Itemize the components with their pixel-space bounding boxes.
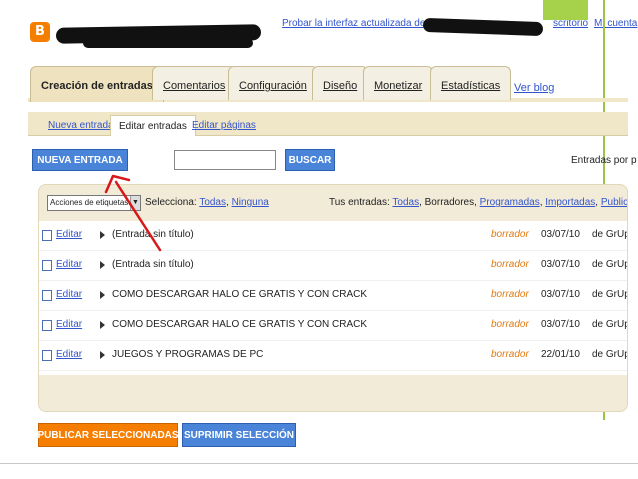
post-title: COMO DESCARGAR HALO CE GRATIS Y CON CRAC… <box>112 319 368 330</box>
tab-estadisticas[interactable]: Estadísticas <box>430 66 512 100</box>
new-post-button[interactable]: NUEVA ENTRADA <box>32 149 128 171</box>
expand-triangle-icon[interactable] <box>100 291 105 299</box>
post-author: de GrUpC <box>592 319 627 330</box>
expand-triangle-icon[interactable] <box>100 321 105 329</box>
post-title: (Entrada sin título) <box>112 259 194 270</box>
post-status: borrador <box>491 289 529 300</box>
publish-selected-button[interactable]: PUBLICAR SELECCIONADAS <box>37 423 179 447</box>
tab-configuracion[interactable]: Configuración <box>228 66 318 100</box>
filter-published-link[interactable]: Publicadas <box>601 197 627 208</box>
view-blog-link[interactable]: Ver blog <box>514 82 554 94</box>
sub-tab-bar: Nueva entrada Editar entradas Editar pág… <box>28 112 628 136</box>
row-checkbox[interactable] <box>42 350 52 361</box>
redacted-email <box>422 17 544 37</box>
green-decor-box <box>543 0 588 20</box>
post-status: borrador <box>491 319 529 330</box>
filter-drafts-label[interactable]: Borradores <box>425 197 474 208</box>
table-row: Editar COMO DESCARGAR HALO CE GRATIS Y C… <box>39 311 627 341</box>
redacted-blog-name-extra <box>83 38 253 48</box>
red-arrow-annotation-icon <box>104 174 162 252</box>
your-posts-filter: Tus entradas: Todas, Borradores, Program… <box>329 197 627 208</box>
post-title: JUEGOS Y PROGRAMAS DE PC <box>112 349 264 360</box>
post-author: de GrUpC <box>592 289 627 300</box>
filter-scheduled-link[interactable]: Programadas <box>480 197 540 208</box>
edit-post-link[interactable]: Editar <box>56 349 82 360</box>
edit-post-link[interactable]: Editar <box>56 259 82 270</box>
select-all-link[interactable]: Todas <box>199 197 226 208</box>
table-row: Editar COMO DESCARGAR HALO CE GRATIS Y C… <box>39 281 627 311</box>
edit-post-link[interactable]: Editar <box>56 319 82 330</box>
edit-post-link[interactable]: Editar <box>56 289 82 300</box>
subtab-editar-paginas[interactable]: Editar páginas <box>184 115 264 136</box>
row-checkbox[interactable] <box>42 320 52 331</box>
post-title: COMO DESCARGAR HALO CE GRATIS Y CON CRAC… <box>112 289 368 300</box>
post-date: 03/07/10 <box>541 259 580 270</box>
tab-monetizar[interactable]: Monetizar <box>363 66 434 100</box>
tab-comentarios[interactable]: Comentarios <box>152 66 237 100</box>
post-author: de GrUpC <box>592 259 627 270</box>
post-status: borrador <box>491 349 529 360</box>
your-posts-prefix: Tus entradas: <box>329 197 390 208</box>
row-checkbox[interactable] <box>42 260 52 271</box>
expand-triangle-icon[interactable] <box>100 261 105 269</box>
table-row: Editar JUEGOS Y PROGRAMAS DE PC borrador… <box>39 341 627 371</box>
main-tab-bar: Creación de entradas Comentarios Configu… <box>28 66 628 102</box>
entries-per-page-label: Entradas por p <box>571 155 637 166</box>
delete-selected-button[interactable]: SUPRIMIR SELECCIÓN <box>182 423 296 447</box>
post-date: 03/07/10 <box>541 289 580 300</box>
post-date: 03/07/10 <box>541 319 580 330</box>
row-checkbox[interactable] <box>42 290 52 301</box>
row-checkbox[interactable] <box>42 230 52 241</box>
post-status: borrador <box>491 229 529 240</box>
subtab-editar-entradas[interactable]: Editar entradas <box>110 115 196 136</box>
post-author: de GrUpC <box>592 229 627 240</box>
expand-triangle-icon[interactable] <box>100 351 105 359</box>
tab-diseno[interactable]: Diseño <box>312 66 369 100</box>
post-date: 22/01/10 <box>541 349 580 360</box>
divider <box>0 463 638 464</box>
filter-imported-link[interactable]: Importadas <box>545 197 595 208</box>
search-input[interactable] <box>174 150 276 170</box>
select-none-link[interactable]: Ninguna <box>232 197 269 208</box>
filter-all-link[interactable]: Todas <box>392 197 419 208</box>
top-bar: Probar la interfaz actualizada de Blogge… <box>28 16 637 66</box>
post-status: borrador <box>491 259 529 270</box>
edit-post-link[interactable]: Editar <box>56 229 82 240</box>
tab-creacion-de-entradas[interactable]: Creación de entradas <box>30 66 164 102</box>
account-link[interactable]: Mi cuenta <box>594 18 637 29</box>
search-button[interactable]: BUSCAR <box>285 149 335 171</box>
post-date: 03/07/10 <box>541 229 580 240</box>
post-author: de GrUpC <box>592 349 627 360</box>
blogger-logo-icon[interactable] <box>30 22 50 42</box>
